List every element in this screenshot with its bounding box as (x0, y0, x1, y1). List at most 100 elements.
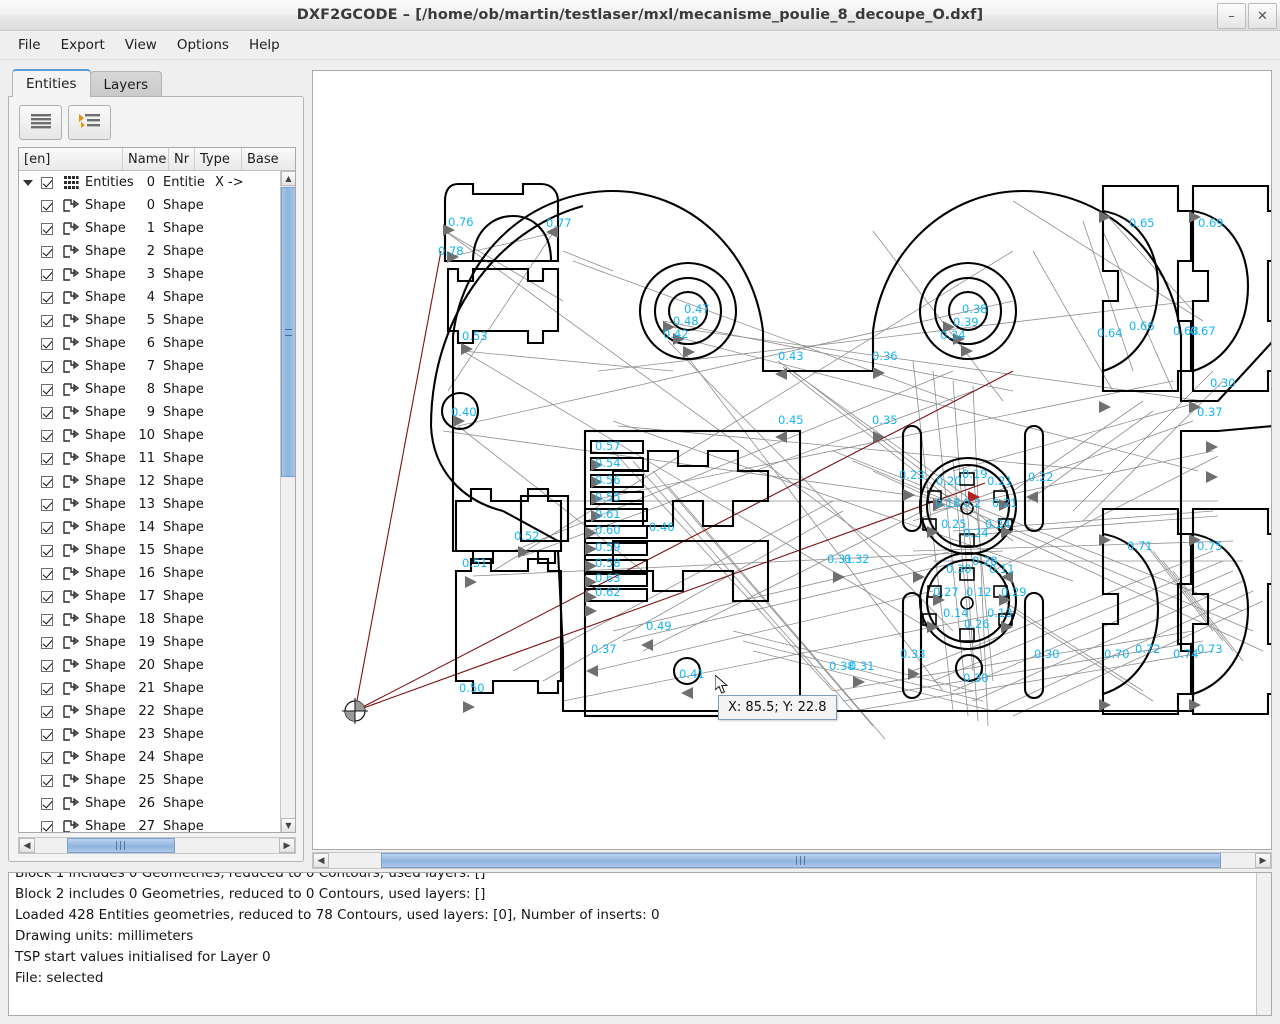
row-checkbox[interactable] (37, 360, 57, 373)
tree-row[interactable]: Shape 13 Shape (19, 493, 281, 516)
collapse-all-button[interactable] (19, 105, 62, 140)
tree-row[interactable]: Shape 5 Shape (19, 309, 281, 332)
tree-vertical-scrollbar[interactable]: ▲ ▼ (280, 171, 295, 832)
row-checkbox[interactable] (37, 498, 57, 511)
row-checkbox[interactable] (37, 774, 57, 787)
row-checkbox[interactable] (37, 314, 57, 327)
row-checkbox[interactable] (37, 521, 57, 534)
row-checkbox[interactable] (37, 222, 57, 235)
tab-entities[interactable]: Entities (12, 69, 91, 97)
row-checkbox[interactable] (37, 659, 57, 672)
tree-row[interactable]: Shape 8 Shape (19, 378, 281, 401)
close-button[interactable]: ✕ (1248, 3, 1277, 29)
scroll-up-arrow-icon[interactable]: ▲ (281, 171, 295, 186)
tree-row[interactable]: Shape 6 Shape (19, 332, 281, 355)
row-checkbox[interactable] (37, 176, 57, 189)
tree-row[interactable]: Shape 3 Shape (19, 263, 281, 286)
row-checkbox[interactable] (37, 337, 57, 350)
tree-row[interactable]: Shape 27 Shape (19, 815, 281, 832)
row-checkbox[interactable] (37, 383, 57, 396)
tree-row[interactable]: Shape 12 Shape (19, 470, 281, 493)
menu-item-view[interactable]: View (115, 33, 167, 57)
tree-row[interactable]: Shape 25 Shape (19, 769, 281, 792)
tree-row[interactable]: Shape 0 Shape (19, 194, 281, 217)
scroll-down-arrow-icon[interactable]: ▼ (281, 818, 295, 832)
menu-item-file[interactable]: File (8, 33, 51, 57)
expand-all-button[interactable] (68, 105, 111, 140)
tree-row[interactable]: Shape 4 Shape (19, 286, 281, 309)
dxf-canvas[interactable]: 0.76 0.77 0.78 0.53 0.40 0.47 0.48 0.42 0.43 0.36… (312, 70, 1272, 850)
column-header-name[interactable]: Name (123, 148, 169, 170)
row-checkbox[interactable] (37, 636, 57, 649)
row-checkbox[interactable] (37, 452, 57, 465)
canvas-horizontal-scrollbar[interactable]: ◀ ||| ▶ (312, 852, 1272, 869)
tree-row-type: Shape (163, 451, 204, 466)
tree-row[interactable]: Shape 17 Shape (19, 585, 281, 608)
scroll-left-arrow-icon[interactable]: ◀ (19, 838, 35, 853)
row-checkbox[interactable] (37, 705, 57, 718)
tree-horizontal-scrollbar[interactable]: ◀ ||| ▶ (18, 837, 296, 854)
tree-row[interactable]: Shape 23 Shape (19, 723, 281, 746)
tree-row[interactable]: Shape 2 Shape (19, 240, 281, 263)
tree-vscroll-thumb[interactable] (281, 187, 295, 477)
column-header-nr[interactable]: Nr (169, 148, 195, 170)
tree-row-type: Shape (163, 589, 204, 604)
scroll-right-arrow-icon[interactable]: ▶ (279, 838, 295, 853)
minimize-button[interactable]: – (1217, 3, 1246, 29)
row-checkbox[interactable] (37, 590, 57, 603)
tab-layers[interactable]: Layers (89, 71, 163, 97)
row-checkbox[interactable] (37, 268, 57, 281)
log-vertical-scrollbar[interactable] (1256, 873, 1271, 1015)
tree-row-type: Shape (163, 474, 204, 489)
tree-row[interactable]: Shape 14 Shape (19, 516, 281, 539)
column-header-base[interactable]: Base (242, 148, 282, 170)
tree-row[interactable]: Shape 15 Shape (19, 539, 281, 562)
menu-item-options[interactable]: Options (167, 33, 239, 57)
row-checkbox[interactable] (37, 245, 57, 258)
row-checkbox[interactable] (37, 567, 57, 580)
tree-hscroll-thumb[interactable]: ||| (67, 838, 175, 853)
tree-row[interactable]: Shape 1 Shape (19, 217, 281, 240)
tree-row[interactable]: Shape 9 Shape (19, 401, 281, 424)
tree-row[interactable]: Shape 19 Shape (19, 631, 281, 654)
tree-row[interactable]: Shape 10 Shape (19, 424, 281, 447)
shape-icon (57, 797, 85, 810)
log-output-panel[interactable]: Block 1 includes 0 Geometries, reduced t… (8, 872, 1272, 1016)
tree-row[interactable]: Shape 21 Shape (19, 677, 281, 700)
tree-row[interactable]: Shape 7 Shape (19, 355, 281, 378)
entities-tree[interactable]: [en] Name Nr Type Base Entities 0 Entitie X… (18, 147, 296, 833)
menu-item-export[interactable]: Export (51, 33, 115, 57)
row-checkbox[interactable] (37, 682, 57, 695)
canvas-hscroll-track[interactable]: ||| (329, 853, 1255, 868)
expand-collapse-icon[interactable] (19, 179, 37, 186)
row-checkbox[interactable] (37, 199, 57, 212)
left-panel: Entities Layers [en] Name Nr Type Base E… (8, 69, 306, 865)
row-checkbox[interactable] (37, 797, 57, 810)
canvas-hscroll-thumb[interactable]: ||| (381, 853, 1221, 868)
tree-row[interactable]: Shape 24 Shape (19, 746, 281, 769)
row-checkbox[interactable] (37, 544, 57, 557)
tree-hscroll-track[interactable]: ||| (35, 838, 279, 853)
tree-row[interactable]: Shape 11 Shape (19, 447, 281, 470)
tree-row[interactable]: Shape 22 Shape (19, 700, 281, 723)
row-checkbox[interactable] (37, 820, 57, 832)
column-header-en[interactable]: [en] (19, 148, 123, 170)
tree-row[interactable]: Shape 20 Shape (19, 654, 281, 677)
row-checkbox[interactable] (37, 751, 57, 764)
row-checkbox[interactable] (37, 291, 57, 304)
row-checkbox[interactable] (37, 728, 57, 741)
tree-row-entities-root[interactable]: Entities 0 Entitie X -> (19, 171, 281, 194)
canvas-scroll-left-arrow-icon[interactable]: ◀ (313, 853, 329, 868)
tree-row[interactable]: Shape 26 Shape (19, 792, 281, 815)
canvas-scroll-right-arrow-icon[interactable]: ▶ (1255, 853, 1271, 868)
tree-row[interactable]: Shape 16 Shape (19, 562, 281, 585)
row-checkbox[interactable] (37, 406, 57, 419)
menu-item-help[interactable]: Help (239, 33, 290, 57)
row-checkbox[interactable] (37, 475, 57, 488)
tree-row[interactable]: Shape 18 Shape (19, 608, 281, 631)
shape-icon (57, 774, 85, 787)
column-header-type[interactable]: Type (195, 148, 242, 170)
entities-group-icon (57, 176, 85, 189)
row-checkbox[interactable] (37, 613, 57, 626)
row-checkbox[interactable] (37, 429, 57, 442)
